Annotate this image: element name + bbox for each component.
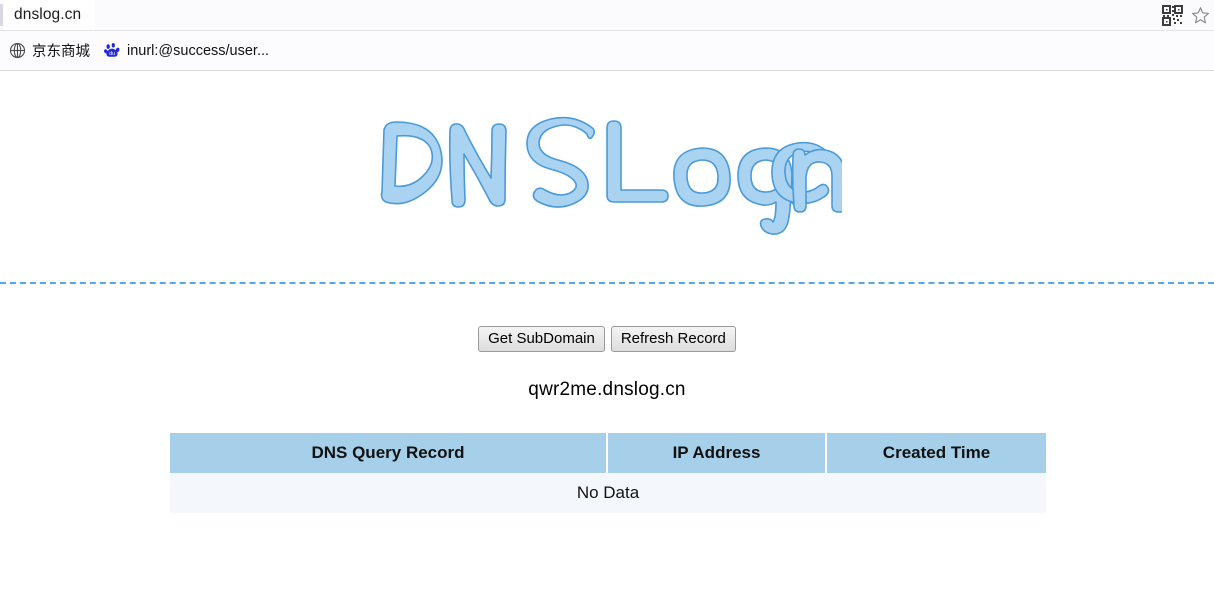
chrome-toolbar-icons bbox=[1162, 0, 1214, 30]
table-row-empty: No Data bbox=[170, 473, 1046, 513]
bookmark-item-jd[interactable]: 京东商城 bbox=[2, 37, 97, 65]
bookmark-label-jd: 京东商城 bbox=[32, 44, 90, 60]
site-logo bbox=[0, 108, 1214, 248]
column-header-created-time: Created Time bbox=[826, 433, 1046, 473]
section-divider bbox=[0, 282, 1214, 284]
star-icon[interactable] bbox=[1191, 6, 1210, 25]
table-empty-message: No Data bbox=[170, 473, 1046, 513]
bookmark-item-baidu-search[interactable]: du inurl:@success/user... bbox=[97, 37, 276, 65]
bookmarks-bar: 京东商城 du inurl:@success/user... bbox=[0, 31, 1214, 71]
baidu-paw-icon: du bbox=[104, 42, 121, 59]
browser-tab-dnslog[interactable]: dnslog.cn bbox=[4, 0, 96, 30]
browser-chrome: dnslog.cn 京东商城 du inurl:@success/user... bbox=[0, 0, 1214, 72]
page-content: Get SubDomain Refresh Record qwr2me.dnslo… bbox=[0, 72, 1214, 610]
generated-subdomain: qwr2me.dnslog.cn bbox=[528, 379, 686, 400]
refresh-record-button[interactable]: Refresh Record bbox=[610, 326, 736, 352]
table-header-row: DNS Query Record IP Address Created Time bbox=[170, 433, 1046, 473]
dnslog-logo-graphic bbox=[380, 116, 842, 235]
bookmark-label-baidu-search: inurl:@success/user... bbox=[127, 42, 270, 59]
browser-tab-title: dnslog.cn bbox=[14, 6, 82, 23]
dns-record-table: DNS Query Record IP Address Created Time… bbox=[170, 433, 1046, 513]
action-button-row: Get SubDomain Refresh Record bbox=[0, 326, 1214, 352]
qr-code-icon[interactable] bbox=[1162, 4, 1183, 26]
tab-strip: dnslog.cn bbox=[0, 0, 1214, 31]
svg-text:du: du bbox=[109, 51, 115, 57]
column-header-dns-query-record: DNS Query Record bbox=[170, 433, 608, 473]
column-header-ip-address: IP Address bbox=[607, 433, 827, 473]
tab-strip-left-edge bbox=[0, 4, 3, 26]
globe-icon bbox=[9, 42, 26, 59]
get-subdomain-button[interactable]: Get SubDomain bbox=[478, 326, 605, 352]
